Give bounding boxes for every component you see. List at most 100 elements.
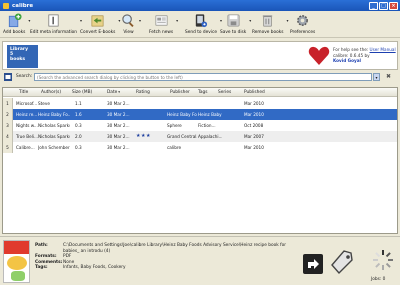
edit-meta-button[interactable]: Edit meta information ▾ bbox=[30, 13, 82, 35]
cell-size: 0.3 bbox=[75, 123, 82, 128]
cell-published: Mar 2010 bbox=[244, 145, 264, 150]
cell-publisher: Sphere bbox=[167, 123, 182, 128]
column-header-title[interactable]: Title bbox=[19, 90, 28, 95]
cell-date: 30 Mar 2... bbox=[107, 134, 130, 139]
help-text: For help see the: User Manual calibre: 0… bbox=[333, 47, 397, 64]
table-row-selected[interactable]: 2 Heinz re... Heinz Baby Fo... 1.6 30 Ma… bbox=[3, 109, 397, 120]
jobs-label[interactable]: Jobs: 0 bbox=[371, 277, 385, 282]
preferences-button[interactable]: Preferences bbox=[290, 13, 315, 35]
table-row[interactable]: 3 Nights w... Nicholas Sparks 0.3 30 Mar… bbox=[3, 120, 397, 131]
newspaper-icon bbox=[155, 15, 167, 26]
convert-label: Convert E-books bbox=[80, 30, 116, 35]
remove-books-dropdown-icon[interactable]: ▾ bbox=[287, 18, 289, 23]
path-label: Path: bbox=[35, 243, 48, 248]
edit-meta-icon bbox=[48, 14, 59, 27]
cell-size: 0.3 bbox=[75, 145, 82, 150]
search-input[interactable]: (Search the advanced search dialog by cl… bbox=[34, 72, 372, 81]
close-button[interactable]: × bbox=[389, 1, 398, 10]
window-titlebar: calibre _ □ × bbox=[0, 0, 400, 11]
convert-icon bbox=[91, 15, 104, 27]
table-header: Title Author(s) Size (MB) Date▾ Rating P… bbox=[3, 88, 397, 97]
cell-authors: Nicholas Sparks bbox=[38, 123, 70, 128]
cell-size: 2.0 bbox=[75, 134, 82, 139]
cell-publisher: Grand Central... bbox=[167, 134, 197, 139]
column-header-authors[interactable]: Author(s) bbox=[41, 90, 61, 95]
device-icon bbox=[196, 14, 208, 28]
column-header-series[interactable]: Series bbox=[218, 90, 231, 95]
edit-meta-label: Edit meta information bbox=[30, 30, 77, 35]
table-row[interactable]: 1 Microsof... Steve 1.1 30 Mar 2... Mar … bbox=[3, 98, 397, 109]
search-history-dropdown[interactable]: ▾ bbox=[373, 72, 380, 81]
row-number: 2 bbox=[3, 109, 13, 120]
cell-title: Microsof... bbox=[16, 101, 38, 106]
cell-authors: John Schember bbox=[38, 145, 70, 150]
author-link[interactable]: Kovid Goyal bbox=[333, 58, 361, 63]
advanced-search-icon[interactable] bbox=[4, 73, 12, 81]
path-value[interactable]: C:\Documents and Settings\Joe\calibre Li… bbox=[63, 243, 295, 254]
cell-publisher: Heinz Baby Fo... bbox=[167, 112, 197, 117]
book-table: Title Author(s) Size (MB) Date▾ Rating P… bbox=[2, 87, 398, 234]
convert-ebooks-button[interactable]: Convert E-books ▾ bbox=[80, 13, 120, 35]
library-button[interactable]: Library 5 books bbox=[7, 45, 38, 68]
window-title: calibre bbox=[12, 2, 34, 9]
row-number: 1 bbox=[3, 98, 13, 109]
row-number: 5 bbox=[3, 142, 13, 153]
cell-tags: Heinz Baby Fo... bbox=[198, 112, 222, 117]
help-prefix: For help see the: bbox=[333, 47, 370, 52]
cell-authors: Nicholas Sparks bbox=[38, 134, 70, 139]
save-to-disk-button[interactable]: Save to disk ▾ bbox=[220, 13, 251, 35]
tags-value: Infants, Baby Foods, Cookery bbox=[63, 265, 126, 271]
add-books-button[interactable]: Add books ▾ bbox=[3, 13, 30, 35]
view-dropdown-icon[interactable]: ▾ bbox=[139, 18, 141, 23]
view-button[interactable]: View ▾ bbox=[121, 13, 141, 35]
book-details: Path: C:\Documents and Settings\Joe\calib… bbox=[35, 243, 295, 271]
search-label: Search: bbox=[16, 74, 33, 79]
maximize-button[interactable]: □ bbox=[379, 1, 388, 10]
cell-publisher: calibre bbox=[167, 145, 182, 150]
fetch-news-dropdown-icon[interactable]: ▾ bbox=[176, 18, 178, 23]
main-toolbar: Add books ▾ Edit meta information ▾ Conv… bbox=[0, 11, 400, 38]
tag-icon[interactable] bbox=[329, 249, 355, 275]
cell-title: Calibre... bbox=[16, 145, 35, 150]
column-header-date[interactable]: Date▾ bbox=[107, 90, 120, 95]
version-text: calibre: 0.6.45 by bbox=[333, 52, 370, 58]
send-to-device-button[interactable]: Send to device ▾ bbox=[185, 13, 222, 35]
remove-books-label: Remove books bbox=[252, 30, 284, 35]
cell-published: Mar 2007 bbox=[244, 134, 264, 139]
column-header-publisher[interactable]: Publisher bbox=[170, 90, 190, 95]
column-header-size[interactable]: Size (MB) bbox=[72, 90, 92, 95]
shortcut-icon[interactable] bbox=[302, 253, 324, 275]
fetch-news-button[interactable]: Fetch news ▾ bbox=[149, 13, 178, 35]
trash-icon bbox=[263, 15, 273, 27]
window-controls: _ □ × bbox=[369, 1, 398, 10]
cell-published: Mar 2010 bbox=[244, 101, 264, 106]
jobs-spinner-icon[interactable] bbox=[370, 245, 396, 281]
add-books-icon bbox=[8, 13, 22, 28]
cell-published: Mar 2010 bbox=[244, 112, 264, 117]
cell-date: 30 Mar 2... bbox=[107, 123, 130, 128]
cell-authors: Heinz Baby Fo... bbox=[38, 112, 70, 117]
column-header-tags[interactable]: Tags bbox=[198, 90, 208, 95]
save-to-disk-dropdown-icon[interactable]: ▾ bbox=[249, 18, 251, 23]
remove-books-button[interactable]: Remove books ▾ bbox=[252, 13, 289, 35]
cell-date: 30 Mar 2... bbox=[107, 101, 130, 106]
table-row[interactable]: 4 True Beli... Nicholas Sparks 2.0 30 Ma… bbox=[3, 131, 397, 142]
view-label: View bbox=[123, 30, 134, 35]
cell-title: Heinz re... bbox=[16, 112, 38, 117]
column-header-published[interactable]: Published bbox=[244, 90, 265, 95]
cell-title: True Beli... bbox=[16, 134, 38, 139]
heart-icon[interactable] bbox=[308, 46, 330, 66]
cell-size: 1.6 bbox=[75, 112, 82, 117]
sort-arrow-icon: ▾ bbox=[118, 90, 121, 94]
table-row[interactable]: 5 Calibre... John Schember 0.3 30 Mar 2.… bbox=[3, 142, 397, 153]
minimize-button[interactable]: _ bbox=[369, 1, 378, 10]
user-manual-link[interactable]: User Manual bbox=[370, 47, 396, 52]
column-header-rating[interactable]: Rating bbox=[136, 90, 150, 95]
disk-icon bbox=[227, 14, 240, 27]
preferences-label: Preferences bbox=[290, 30, 316, 35]
row-number: 3 bbox=[3, 120, 13, 131]
book-cover-image[interactable] bbox=[3, 240, 30, 283]
clear-search-icon[interactable]: ✖ bbox=[384, 73, 393, 82]
search-row: Search: (Search the advanced search dial… bbox=[2, 72, 398, 82]
book-details-panel: Path: C:\Documents and Settings\Joe\calib… bbox=[0, 236, 400, 285]
